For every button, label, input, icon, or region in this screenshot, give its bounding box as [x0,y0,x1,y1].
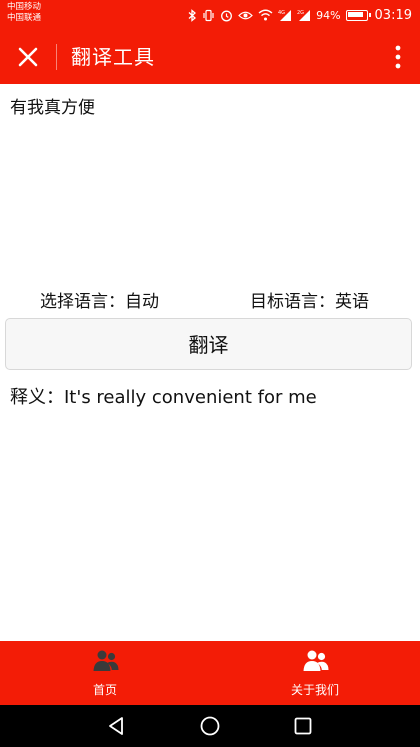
title-bar: 翻译工具 [0,30,420,84]
carrier-1: 中国移动 [7,2,42,12]
carrier-2: 中国联通 [7,13,42,23]
tab-home[interactable]: 首页 [0,641,210,705]
tab-about[interactable]: 关于我们 [210,641,420,705]
wifi-icon [258,9,273,21]
signal-2g-icon: 2G [297,9,311,22]
home-button[interactable] [198,714,222,738]
bluetooth-icon [188,8,197,22]
close-icon [18,47,38,67]
svg-text:4G: 4G [278,10,285,16]
svg-text:2G: 2G [297,10,304,16]
more-vertical-icon [395,45,401,69]
tab-home-label: 首页 [92,683,117,697]
target-language-selector[interactable]: 目标语言：英语 [250,287,369,312]
translation-result: 释义：It's really convenient for me [10,387,317,408]
source-language-selector[interactable]: 选择语言：自动 [40,287,159,312]
more-button[interactable] [392,43,404,71]
recents-icon [294,717,312,735]
recents-button[interactable] [291,714,315,738]
back-icon [109,717,123,735]
signal-4g-icon: 4G [278,9,292,22]
vibrate-icon [202,9,215,22]
language-row: 选择语言：自动 目标语言：英语 [0,287,420,312]
battery-percent: 94% [316,8,341,22]
translate-button[interactable]: 翻译 [5,318,412,370]
status-bar: 中国移动 中国联通 4G 2G 94% 03:19 [0,0,420,30]
title-divider [56,44,57,70]
page-title: 翻译工具 [71,45,155,69]
carrier-info: 中国移动 中国联通 [7,2,41,24]
alarm-icon [220,9,233,22]
tab-bar: 首页 关于我们 [0,641,420,705]
users-icon [93,650,119,671]
back-button[interactable] [105,714,129,738]
status-icons: 4G 2G 94% 03:19 [188,5,412,25]
clock: 03:19 [374,7,412,23]
tab-about-label: 关于我们 [290,683,339,697]
android-nav-bar [0,705,420,747]
eye-icon [238,10,253,21]
users-icon [303,650,329,671]
source-text-input[interactable]: 有我真方便 [10,93,95,118]
battery-icon [345,9,371,21]
close-button[interactable] [14,43,42,71]
home-icon [200,716,220,736]
